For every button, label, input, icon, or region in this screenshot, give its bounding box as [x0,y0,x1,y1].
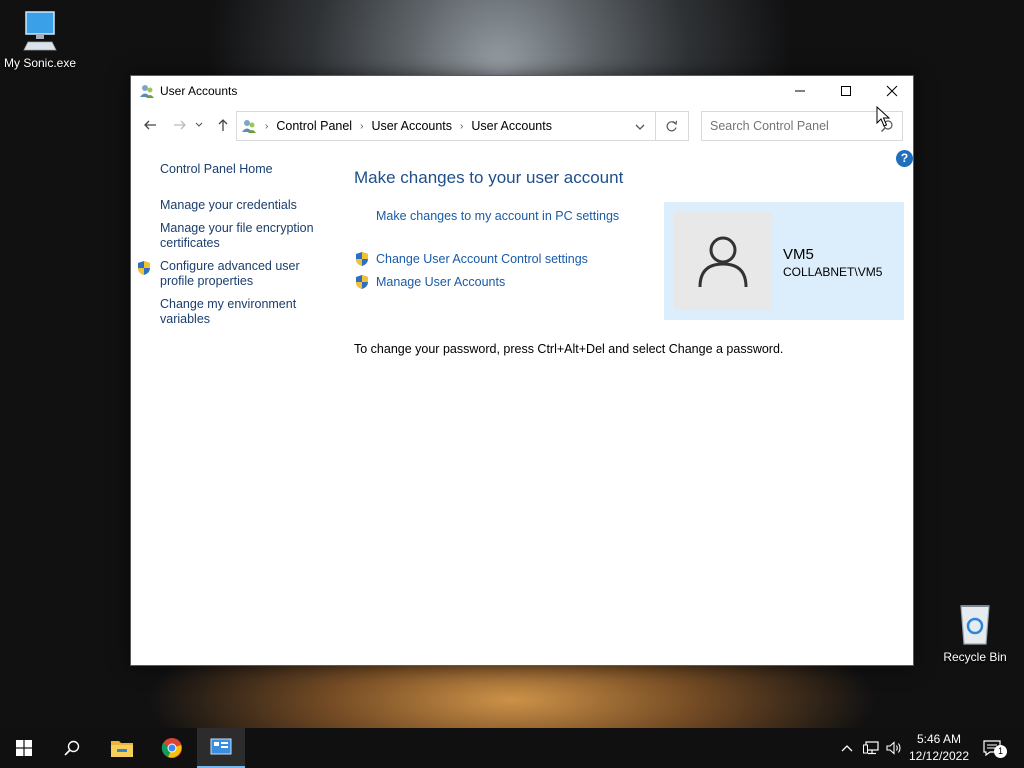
user-avatar-icon [698,236,748,288]
recycle-bin-icon [960,605,990,645]
manage-user-accounts-link[interactable]: Manage User Accounts [356,275,506,289]
sidebar-item-label: Manage your credentials [160,198,297,212]
maximize-icon [841,86,851,96]
arrow-up-icon [218,119,228,131]
sidebar-item-control-panel-home[interactable]: Control Panel Home [160,162,310,177]
maximize-button[interactable] [823,76,869,106]
sidebar-item-label: Manage your file encryption certificates [160,221,314,250]
arrow-left-icon [144,120,156,130]
arrow-right-icon [174,120,186,130]
minimize-button[interactable] [777,76,823,106]
chevron-down-icon [195,122,203,127]
control-panel-icon [210,738,232,755]
uac-shield-icon [138,261,150,275]
show-hidden-icons-button[interactable] [838,728,856,768]
password-note: To change your password, press Ctrl+Alt+… [354,342,784,356]
chrome-icon [161,738,182,758]
user-name: VM5 [783,246,814,263]
sidebar-item-manage-credentials[interactable]: Manage your credentials [160,198,310,213]
clock-time: 5:46 AM [916,732,962,746]
folder-icon [111,741,133,757]
notification-count-badge: 1 [994,745,1007,758]
avatar [674,212,772,310]
mouse-cursor-icon [876,106,890,127]
search-input[interactable] [710,112,870,140]
desktop-icon-recycle-bin[interactable]: Recycle Bin [935,602,1015,664]
desktop-icon-label: Recycle Bin [943,650,1007,664]
sidebar-item-advanced-profile[interactable]: Configure advanced user profile properti… [138,259,310,289]
taskbar: 5:46 AM 12/12/2022 1 [0,728,1024,768]
sidebar-item-label: Change my environment variables [160,297,297,326]
breadcrumb-user-accounts-parent[interactable]: User Accounts [371,119,452,133]
up-button[interactable] [213,115,233,135]
speaker-icon [886,741,901,755]
search-icon [64,740,80,756]
close-button[interactable] [869,76,915,106]
manage-user-accounts-label: Manage User Accounts [376,275,506,289]
user-domain-account: COLLABNET\VM5 [783,265,883,279]
uac-settings-link[interactable]: Change User Account Control settings [356,252,588,266]
taskbar-clock[interactable]: 5:46 AM 12/12/2022 [904,731,974,765]
search-button[interactable] [48,728,96,768]
breadcrumb-separator-icon: › [265,120,269,132]
breadcrumb-separator-icon: › [360,120,364,132]
sidebar-item-environment-variables[interactable]: Change my environment variables [160,297,310,327]
close-icon [886,85,898,97]
address-row: › Control Panel › User Accounts › User A… [131,110,913,142]
sidebar-item-label: Control Panel Home [160,162,273,176]
chevron-up-icon [841,745,853,752]
user-accounts-icon [140,85,154,98]
refresh-button[interactable] [655,111,689,141]
uac-shield-icon [356,275,368,289]
desktop-icon-my-sonic[interactable]: My Sonic.exe [0,10,80,70]
search-box[interactable] [701,111,903,141]
breadcrumb-control-panel[interactable]: Control Panel [276,119,352,133]
sidebar-item-label: Configure advanced user profile properti… [160,259,300,288]
help-button[interactable]: ? [896,150,913,167]
page-title: Make changes to your user account [354,168,624,187]
start-button[interactable] [0,728,48,768]
address-bar[interactable]: › Control Panel › User Accounts › User A… [236,111,656,141]
breadcrumb-separator-icon: › [460,120,464,132]
uac-settings-label: Change User Account Control settings [376,252,588,266]
chevron-down-icon[interactable] [633,120,647,134]
pc-settings-link[interactable]: Make changes to my account in PC setting… [376,209,619,223]
clock-date: 12/12/2022 [908,749,970,763]
taskbar-control-panel[interactable] [197,728,245,768]
network-icon [863,741,879,755]
forward-button [170,115,190,135]
computer-icon [23,11,57,51]
window-title: User Accounts [160,84,238,98]
refresh-icon [666,120,678,131]
sidebar-item-file-encryption[interactable]: Manage your file encryption certificates [160,221,320,251]
back-button[interactable] [140,115,160,135]
user-card: VM5 COLLABNET\VM5 [664,202,904,320]
network-button[interactable] [860,728,882,768]
desktop-icon-label: My Sonic.exe [3,56,77,70]
uac-shield-icon [356,252,368,266]
windows-logo-icon [16,740,32,756]
volume-button[interactable] [884,728,904,768]
minimize-icon [795,90,805,92]
breadcrumb-user-accounts-current[interactable]: User Accounts [471,119,552,133]
taskbar-chrome[interactable] [148,728,196,768]
window-titlebar[interactable]: User Accounts [131,76,913,106]
taskbar-file-explorer[interactable] [98,728,146,768]
recent-locations-button[interactable] [193,115,205,135]
user-accounts-window: User Accounts › Control Panel › User Acc… [130,75,914,666]
user-accounts-icon [242,120,256,133]
